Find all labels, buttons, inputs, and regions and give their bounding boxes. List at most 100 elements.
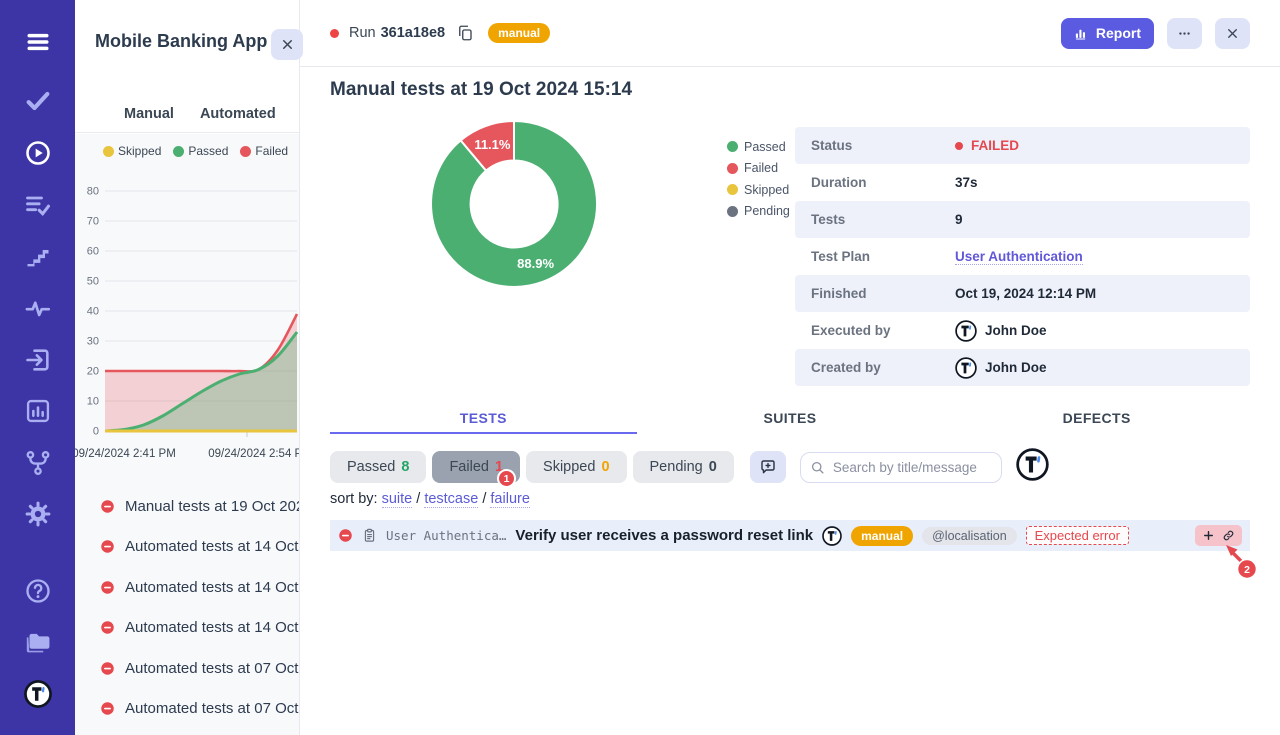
sort-testcase-link[interactable]: testcase	[424, 491, 478, 508]
svg-text:40: 40	[87, 306, 99, 318]
project-panel-tabs: Manual Automated	[75, 95, 300, 133]
run-list-item[interactable]: Automated tests at 14 Oct 2024	[75, 567, 300, 608]
sidebar-sign-in-icon[interactable]	[24, 346, 52, 374]
plus-icon[interactable]	[1202, 529, 1215, 542]
detail-value: Oct 19, 2024 12:14 PM	[955, 286, 1096, 301]
sort-row: sort by: suite / testcase / failure	[330, 491, 530, 507]
run-list-item-label: Automated tests at 14 Oct 2024	[125, 538, 300, 555]
suite-name[interactable]: User Authentica…	[386, 528, 506, 543]
detail-label: Test Plan	[811, 249, 955, 264]
svg-text:70: 70	[87, 216, 99, 228]
add-comment-button[interactable]	[750, 451, 786, 483]
svg-text:10: 10	[87, 396, 99, 408]
svg-text:88.9%: 88.9%	[517, 256, 554, 271]
legend-item-failed: Failed	[240, 144, 288, 158]
run-list-item[interactable]: Automated tests at 07 Oct 2024	[75, 648, 300, 689]
run-topbar: Run 361a18e8 manual Report	[300, 0, 1280, 67]
run-list-item-label: Automated tests at 07 Oct 2024	[125, 700, 300, 717]
close-icon	[1225, 26, 1240, 41]
sidebar-bar-chart-icon[interactable]	[24, 397, 52, 425]
sidebar-play-circle-icon[interactable]	[24, 139, 52, 167]
test-tag[interactable]: @localisation	[922, 527, 1017, 545]
more-actions-button[interactable]	[1167, 18, 1202, 49]
sort-failure-link[interactable]: failure	[490, 491, 530, 508]
sidebar-logo-avatar[interactable]	[24, 680, 52, 708]
copy-icon	[456, 24, 474, 42]
sidebar-help-icon[interactable]	[24, 577, 52, 605]
filter-passed-button[interactable]: Passed 8	[330, 451, 426, 483]
copy-run-id-button[interactable]	[456, 24, 474, 42]
project-panel-body: SkippedPassedFailed 0102030405060708009/…	[75, 134, 300, 735]
donut-legend-item-failed: Failed	[727, 158, 790, 180]
svg-text:80: 80	[87, 186, 99, 198]
search-input[interactable]	[800, 452, 1002, 483]
result-tabs: TESTSSUITESDEFECTS	[330, 404, 1250, 434]
message-plus-icon	[759, 458, 777, 476]
detail-row-created-by: Created byJohn Doe	[795, 349, 1250, 386]
failed-status-icon	[100, 580, 115, 595]
filter-skipped-button[interactable]: Skipped 0	[526, 451, 626, 483]
svg-text:30: 30	[87, 336, 99, 348]
legend-item-passed: Passed	[173, 144, 228, 158]
test-type-badge: manual	[851, 526, 913, 546]
detail-row-executed-by: Executed byJohn Doe	[795, 312, 1250, 349]
donut-legend-item-passed: Passed	[727, 136, 790, 158]
tab-automated[interactable]: Automated	[200, 106, 276, 122]
failed-status-icon	[100, 701, 115, 716]
search-icon	[810, 460, 825, 475]
project-title: Mobile Banking App	[95, 31, 267, 52]
panel-close-button[interactable]	[271, 29, 303, 60]
sidebar-gear-icon[interactable]	[24, 500, 52, 528]
tab-tests[interactable]: TESTS	[330, 404, 637, 434]
detail-row-duration: Duration37s	[795, 164, 1250, 201]
detail-value: 9	[955, 212, 963, 227]
assignee-avatar	[822, 526, 842, 546]
sort-suite-link[interactable]: suite	[382, 491, 413, 508]
project-panel: Mobile Banking App Manual Automated Skip…	[75, 0, 300, 735]
run-list-item-label: Automated tests at 14 Oct 2024	[125, 579, 300, 596]
test-title[interactable]: Verify user receives a password reset li…	[515, 527, 813, 544]
sidebar-menu-icon[interactable]	[21, 28, 55, 56]
detail-row-finished: FinishedOct 19, 2024 12:14 PM	[795, 275, 1250, 312]
sidebar-git-fork-icon[interactable]	[24, 449, 52, 477]
svg-text:20: 20	[87, 366, 99, 378]
report-button[interactable]: Report	[1061, 18, 1154, 49]
sidebar-folder-icon[interactable]	[24, 628, 52, 656]
detail-label: Finished	[811, 286, 955, 301]
link-icon[interactable]	[1222, 529, 1235, 542]
sidebar-list-check-icon[interactable]	[24, 191, 52, 219]
donut-legend-item-pending: Pending	[727, 201, 790, 223]
run-type-badge: manual	[488, 23, 550, 43]
close-run-button[interactable]	[1215, 18, 1250, 49]
detail-row-tests: Tests9	[795, 201, 1250, 238]
run-details-table: StatusFAILEDDuration37sTests9Test PlanUs…	[795, 127, 1250, 386]
tab-manual[interactable]: Manual	[124, 106, 174, 122]
run-list-item[interactable]: Automated tests at 07 Oct 2024	[75, 689, 300, 730]
test-plan-link[interactable]: User Authentication	[955, 249, 1083, 265]
failed-status-icon	[100, 499, 115, 514]
svg-text:11.1%: 11.1%	[474, 137, 511, 152]
filter-pending-button[interactable]: Pending 0	[633, 451, 734, 483]
tab-suites[interactable]: SUITES	[637, 404, 944, 434]
detail-row-test-plan: Test PlanUser Authentication	[795, 238, 1250, 275]
sidebar-check-icon[interactable]	[24, 87, 52, 115]
sidebar-steps-icon[interactable]	[24, 243, 52, 271]
run-list-item-label: Automated tests at 14 Oct 2024	[125, 619, 300, 636]
run-list-item[interactable]: Automated tests at 14 Oct 2024	[75, 608, 300, 649]
detail-label: Tests	[811, 212, 955, 227]
detail-label: Executed by	[811, 323, 955, 338]
ellipsis-icon	[1177, 26, 1192, 41]
user-filter-avatar[interactable]	[1016, 448, 1049, 486]
tab-defects[interactable]: DEFECTS	[943, 404, 1250, 434]
report-chart-icon	[1074, 26, 1089, 41]
run-detail-panel: Run 361a18e8 manual Report Manual tests …	[300, 0, 1280, 735]
run-list-item[interactable]: Manual tests at 19 Oct 2024	[75, 486, 300, 527]
run-list-item[interactable]: Automated tests at 14 Oct 2024	[75, 527, 300, 568]
row-actions[interactable]	[1195, 525, 1242, 546]
sidebar-activity-icon[interactable]	[24, 294, 52, 322]
run-id: 361a18e8	[381, 25, 446, 41]
svg-text:09/24/2024 2:41 PM: 09/24/2024 2:41 PM	[75, 448, 176, 460]
test-result-row[interactable]: User Authentica… Verify user receives a p…	[330, 520, 1250, 551]
run-status-dot	[330, 29, 339, 38]
user-value: John Doe	[955, 320, 1047, 342]
